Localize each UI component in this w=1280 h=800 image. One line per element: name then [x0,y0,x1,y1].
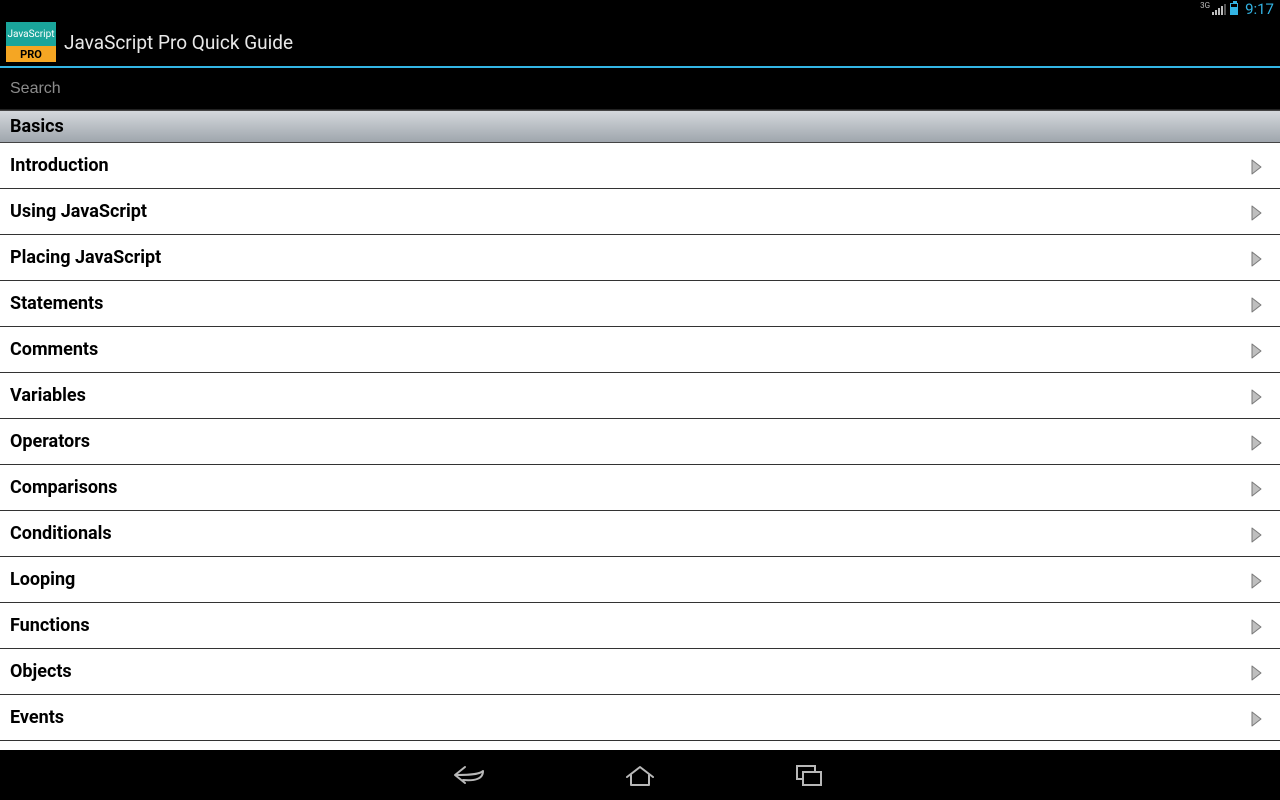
topic-label: Looping [10,569,75,590]
topic-label: Operators [10,431,90,452]
chevron-right-icon [1250,619,1264,633]
topic-label: Comparisons [10,477,117,498]
app-icon-top-label: JavaScript [6,22,56,46]
chevron-right-icon [1250,435,1264,449]
topic-label: Using JavaScript [10,201,147,222]
chevron-right-icon [1250,573,1264,587]
topic-row[interactable]: Operators [0,419,1280,465]
topic-label: Conditionals [10,523,112,544]
topic-row[interactable]: Placing JavaScript [0,235,1280,281]
topic-row[interactable]: Objects [0,649,1280,695]
topic-row[interactable]: Variables [0,373,1280,419]
chevron-right-icon [1250,297,1264,311]
topic-row[interactable]: Comparisons [0,465,1280,511]
topic-label: Events [10,707,64,728]
chevron-right-icon [1250,205,1264,219]
topic-row[interactable]: Introduction [0,143,1280,189]
search-row [0,68,1280,110]
app-icon[interactable]: JavaScript PRO [6,22,56,62]
topic-label: Objects [10,661,72,682]
topic-row[interactable]: Conditionals [0,511,1280,557]
clock: 9:17 [1242,0,1274,18]
app-title: JavaScript Pro Quick Guide [64,31,293,54]
topic-row[interactable]: Events [0,695,1280,741]
battery-icon [1230,3,1238,15]
topic-label: Placing JavaScript [10,247,161,268]
topic-row[interactable]: Statements [0,281,1280,327]
topic-row[interactable]: Comments [0,327,1280,373]
recents-button[interactable] [790,760,830,790]
app-icon-bottom-label: PRO [6,46,56,62]
navigation-bar [0,750,1280,800]
topic-label: Introduction [10,155,109,176]
back-button[interactable] [450,760,490,790]
home-button[interactable] [620,760,660,790]
signal-icon [1212,3,1226,15]
topic-label: Comments [10,339,98,360]
chevron-right-icon [1250,251,1264,265]
action-bar: JavaScript PRO JavaScript Pro Quick Guid… [0,18,1280,68]
search-input[interactable] [10,80,1270,98]
chevron-right-icon [1250,711,1264,725]
section-header-basics: Basics [0,110,1280,143]
topic-row[interactable]: Using JavaScript [0,189,1280,235]
chevron-right-icon [1250,159,1264,173]
chevron-right-icon [1250,665,1264,679]
topic-row[interactable]: Functions [0,603,1280,649]
chevron-right-icon [1250,527,1264,541]
chevron-right-icon [1250,389,1264,403]
status-bar: 3G 9:17 [0,0,1280,18]
topic-row[interactable]: Looping [0,557,1280,603]
topic-label: Functions [10,615,90,636]
chevron-right-icon [1250,481,1264,495]
topic-label: Statements [10,293,103,314]
chevron-right-icon [1250,343,1264,357]
topic-list[interactable]: Basics Introduction Using JavaScript Placi… [0,110,1280,750]
network-label: 3G [1200,0,1210,10]
topic-label: Variables [10,385,86,406]
